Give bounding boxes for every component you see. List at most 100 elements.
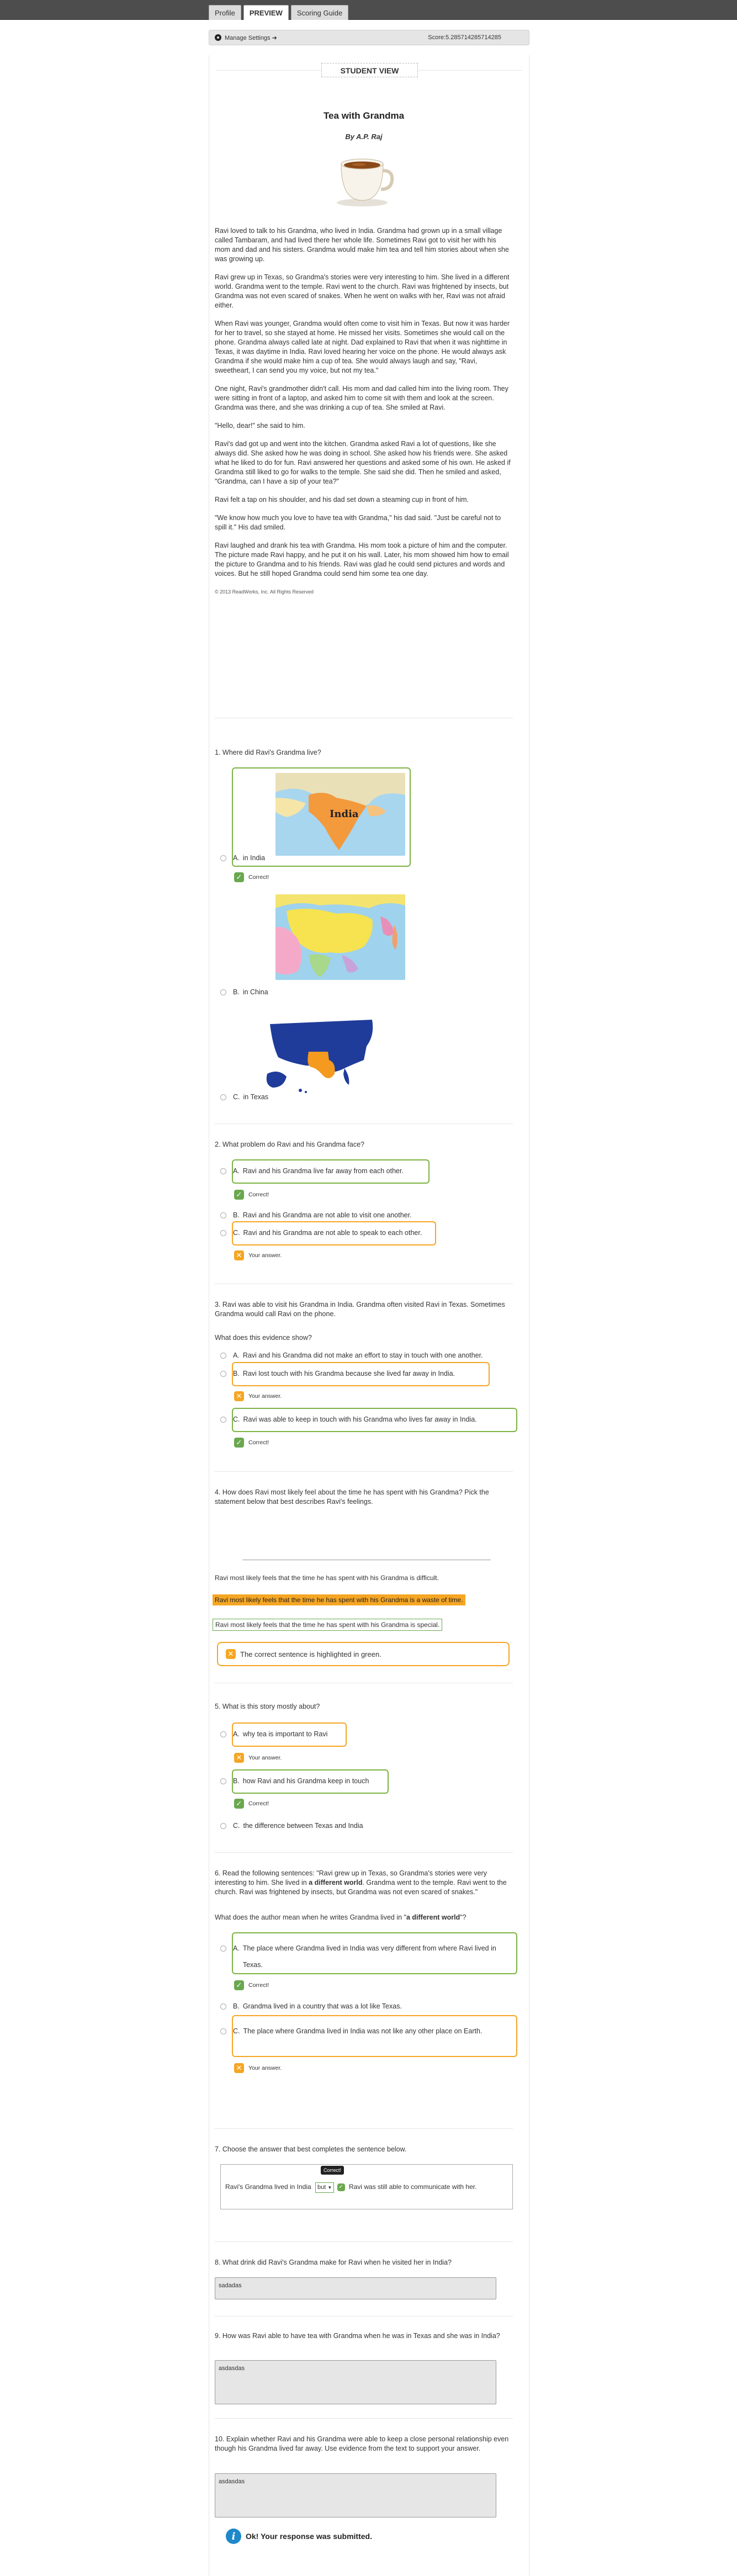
radio-button[interactable] [220,1946,226,1952]
radio-button[interactable] [220,1212,226,1218]
option-c[interactable]: C. The place where Grandma lived in Indi… [220,2023,507,2039]
feedback-correct: ✓ Correct! [234,1438,269,1448]
feedback-correct: ✓ Correct! [234,872,269,882]
manage-settings-link[interactable]: Manage Settings ➜ [225,34,277,41]
option-a[interactable]: A. in India [220,854,265,862]
chevron-down-icon: ▼ [327,2185,332,2190]
sentence-option-correct[interactable]: Ravi most likely feels that the time he … [213,1619,443,1631]
story-text: Ravi loved to talk to his Grandma, who l… [215,226,513,597]
story-paragraph: Ravi loved to talk to his Grandma, who l… [215,227,509,263]
radio-button[interactable] [220,1352,226,1359]
section-divider [215,2241,513,2242]
x-icon: ✕ [234,1391,244,1401]
fill-in-sentence: Ravi's Grandma lived in India but ▼ Corr… [225,2166,510,2193]
gear-icon[interactable] [215,34,221,41]
feedback-text: Correct! [248,1439,269,1446]
answer-textarea[interactable]: sadadas [215,2277,496,2299]
radio-button[interactable] [220,2003,226,2010]
score-value: 5.285714285714285 [446,34,501,41]
option-letter: A. [233,1730,240,1738]
story-paragraph: One night, Ravi's grandmother didn't cal… [215,385,508,411]
check-icon: ✓ [234,1438,244,1448]
answer-textarea[interactable]: asdasdas [215,2473,496,2517]
feedback-your-answer: ✕ Your answer. [234,2063,282,2073]
option-letter: A. [233,1944,240,1952]
student-view-label: STUDENT VIEW [321,63,418,77]
select-value[interactable]: but ▼ [315,2182,335,2193]
feedback-your-answer: ✕ Your answer. [234,1391,282,1401]
section-divider [215,1852,513,1853]
question-2: 2. What problem do Ravi and his Grandma … [215,1141,364,1148]
option-a[interactable]: A. why tea is important to Ravi [220,1730,327,1738]
radio-button[interactable] [220,855,226,861]
option-letter: C. [233,1822,240,1830]
tab-preview[interactable]: PREVIEW [243,5,289,20]
score-label: Score: [428,34,446,41]
story-paragraph: Ravi grew up in Texas, so Grandma's stor… [215,273,510,309]
option-letter: A. [233,1167,240,1175]
option-letter: C. [233,2027,240,2035]
top-bar: Profile PREVIEW Scoring Guide [0,0,737,20]
story-paragraph: Ravi laughed and drank his tea with Gran… [215,542,509,577]
option-c[interactable]: C. Ravi was able to keep in touch with h… [220,1416,477,1423]
option-b[interactable]: B. Grandma lived in a country that was a… [220,2002,402,2010]
radio-button[interactable] [220,989,226,995]
option-b[interactable]: B. how Ravi and his Grandma keep in touc… [220,1777,369,1785]
radio-button[interactable] [220,1168,226,1174]
feedback-text: Your answer. [248,1755,282,1761]
question-3: 3. Ravi was able to visit his Grandma in… [215,1301,505,1318]
info-icon: i [226,2529,241,2544]
check-icon: ✓ [337,2183,345,2191]
tab-profile[interactable]: Profile [209,5,241,20]
radio-button[interactable] [220,2028,226,2034]
question-6: 6. Read the following sentences: "Ravi g… [215,1869,513,1897]
section-divider [215,1471,513,1472]
story-paragraph: When Ravi was younger, Grandma would oft… [215,320,510,374]
option-c[interactable]: C. Ravi and his Grandma are not able to … [220,1229,422,1237]
question-6-prompt-text: "? [460,1914,466,1921]
radio-button[interactable] [220,1370,226,1377]
option-b[interactable]: B. in China [220,988,268,996]
question-4: 4. How does Ravi most likely feel about … [215,1488,489,1506]
section-divider [215,2316,513,2317]
option-label: The place where Grandma lived in India w… [242,1944,496,1969]
radio-button[interactable] [220,1778,226,1784]
radio-button[interactable] [220,1229,226,1236]
select-value-text: but [317,2184,326,2191]
radio-button[interactable] [220,1094,226,1100]
option-label: in India [242,854,266,862]
option-b[interactable]: B. Ravi lost touch with his Grandma beca… [220,1370,455,1377]
option-a[interactable]: A. The place where Grandma lived in Indi… [220,1940,507,1973]
story-paragraph: Ravi felt a tap on his shoulder, and his… [215,496,469,503]
option-a[interactable]: A. Ravi and his Grandma did not make an … [220,1351,483,1359]
x-icon: ✕ [234,1250,244,1260]
radio-button[interactable] [220,1416,226,1423]
option-c[interactable]: C. the difference between Texas and Indi… [220,1822,363,1830]
question-6-prompt-emphasis: a different world [406,1914,460,1921]
sentence-option[interactable]: Ravi most likely feels that the time he … [213,1572,441,1583]
radio-button[interactable] [220,1822,226,1829]
feedback-text: Your answer. [248,2065,282,2071]
feedback-your-answer: ✕ Your answer. [234,1753,282,1763]
check-icon: ✓ [234,872,244,882]
feedback-text: Your answer. [248,1252,282,1259]
submission-message: Ok! Your response was submitted. [246,2532,372,2541]
section-divider [215,1123,513,1124]
student-view-panel: STUDENT VIEW Tea with Grandma By A.P. Ra… [209,55,529,2576]
radio-button[interactable] [220,1731,226,1737]
tab-scoring-guide[interactable]: Scoring Guide [290,5,349,20]
feedback-text: Correct! [248,1191,269,1198]
sentence-option-selected[interactable]: Ravi most likely feels that the time he … [213,1594,465,1605]
option-letter: B. [233,988,240,996]
story-paragraph: "We know how much you love to have tea w… [215,514,501,531]
feedback-text: Correct! [248,1982,269,1989]
option-b[interactable]: B. Ravi and his Grandma are not able to … [220,1211,412,1219]
answer-select[interactable]: but ▼ Correct! ✓ [315,2166,345,2193]
answer-textarea[interactable]: asdasdas [215,2360,496,2404]
feedback-text: Your answer. [248,1393,282,1400]
question-10: 10. Explain whether Ravi and his Grandma… [215,2435,509,2452]
option-a[interactable]: A. Ravi and his Grandma live far away fr… [220,1167,404,1175]
option-c[interactable]: C. in Texas [220,1093,268,1101]
option-letter: A. [233,1351,240,1359]
china-map-image [275,894,405,980]
